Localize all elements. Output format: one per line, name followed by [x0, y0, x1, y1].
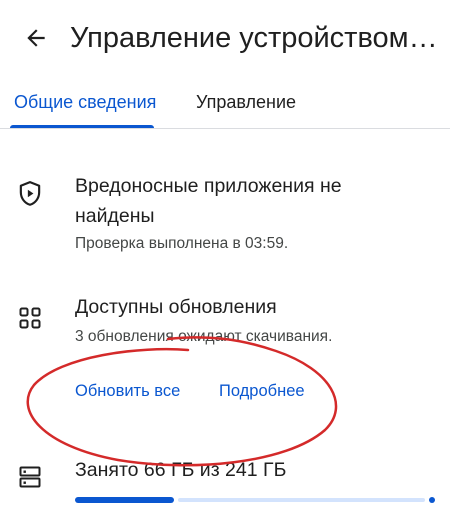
tab-bar: Общие сведения Управление: [0, 76, 450, 130]
update-details-button[interactable]: Подробнее: [219, 378, 305, 404]
security-scan-time: Проверка выполнена в 03:59.: [75, 235, 289, 252]
update-all-button[interactable]: Обновить все: [75, 378, 180, 404]
updates-pending-text: 3 обновления ожидают скачивания.: [75, 328, 333, 345]
storage-bar-end-dot: [429, 497, 435, 503]
apps-grid-icon: [16, 304, 44, 332]
storage-icon: [16, 463, 44, 491]
tabs-divider: [0, 128, 450, 129]
back-button[interactable]: [14, 16, 58, 60]
updates-title: Доступны обновления: [75, 296, 277, 318]
storage-free-track: [178, 498, 425, 502]
shield-play-icon: [16, 180, 44, 208]
tab-overview[interactable]: Общие сведения: [14, 76, 156, 128]
app-bar: Управление устройством и...: [0, 0, 450, 76]
storage-usage-title: Занято 66 ГБ из 241 ГБ: [75, 459, 287, 481]
arrow-back-icon: [27, 29, 45, 47]
tab-manage[interactable]: Управление: [196, 76, 296, 128]
security-status-title: Вредоносные приложения не найдены: [75, 175, 342, 227]
storage-progress-bar: [75, 497, 435, 503]
page-title: Управление устройством и...: [70, 22, 438, 54]
storage-used-fill: [75, 497, 174, 503]
